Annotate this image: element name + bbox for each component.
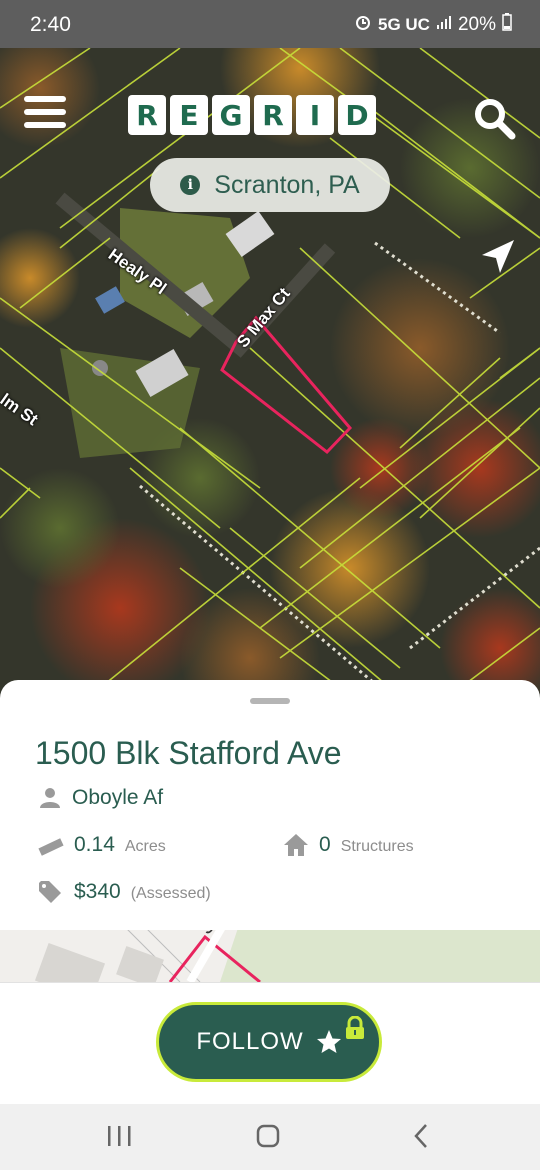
acres-row: 0.14 Acres <box>38 833 166 859</box>
logo-letter: G <box>212 95 250 135</box>
back-icon <box>414 1124 427 1148</box>
home-icon <box>256 1124 280 1148</box>
signal-icon <box>436 14 452 36</box>
battery-label: 20% <box>457 14 496 35</box>
acres-unit: Acres <box>124 838 166 855</box>
lock-icon <box>344 1015 366 1045</box>
logo-letter: I <box>296 95 334 135</box>
mini-map[interactable]: S <box>0 922 540 982</box>
battery-icon <box>502 13 512 37</box>
search-icon <box>475 99 516 140</box>
owner-row: Oboyle Af <box>38 786 163 810</box>
logo-letter: R <box>254 95 292 135</box>
satellite-map <box>0 48 540 698</box>
house-icon <box>284 834 308 856</box>
logo-letter: R <box>128 95 166 135</box>
map-view[interactable] <box>0 48 540 698</box>
structures-row: 0 Structures <box>283 833 414 857</box>
structures-unit: Structures <box>340 838 414 855</box>
network-label: 5G UC <box>378 15 430 34</box>
structures-value: 0 <box>319 833 331 856</box>
status-time: 2:40 <box>30 13 71 36</box>
system-nav-bar <box>0 1104 540 1170</box>
assessed-value: $340 <box>74 880 121 903</box>
mini-map-drawing <box>0 922 540 982</box>
status-right: 5G UC 20% <box>354 13 512 37</box>
regrid-logo: R E G R I D <box>128 95 376 135</box>
logo-letter: D <box>338 95 376 135</box>
navigation-arrow-icon <box>482 240 514 273</box>
status-bar: 2:40 5G UC 20% <box>0 0 540 48</box>
ruler-icon <box>38 838 64 856</box>
home-button[interactable] <box>248 1122 288 1152</box>
person-icon <box>40 788 60 808</box>
search-button[interactable] <box>472 96 516 140</box>
follow-label: FOLLOW <box>196 1028 304 1055</box>
parcel-address: 1500 Blk Stafford Ave <box>35 735 342 771</box>
alarm-icon <box>354 13 372 37</box>
back-button[interactable] <box>402 1122 442 1152</box>
star-icon <box>316 1030 341 1053</box>
owner-name: Oboyle Af <box>72 786 164 809</box>
recent-apps-icon <box>108 1126 131 1146</box>
recent-apps-button[interactable] <box>100 1122 140 1152</box>
assessed-unit: (Assessed) <box>130 885 211 902</box>
menu-icon <box>24 96 66 102</box>
navigation-arrow-button[interactable] <box>478 237 518 277</box>
assessed-row: $340 (Assessed) <box>38 880 211 904</box>
sheet-handle[interactable] <box>250 698 290 704</box>
logo-letter: E <box>170 95 208 135</box>
info-icon: i <box>180 175 201 195</box>
tag-icon <box>39 881 61 903</box>
menu-button[interactable] <box>24 96 66 132</box>
location-label: Scranton, PA <box>214 170 360 199</box>
parcel-sheet[interactable]: 1500 Blk Stafford Ave Oboyle Af 0.14 Acr… <box>0 680 540 930</box>
acres-value: 0.14 <box>74 833 115 856</box>
location-pill[interactable]: i Scranton, PA <box>150 158 390 212</box>
